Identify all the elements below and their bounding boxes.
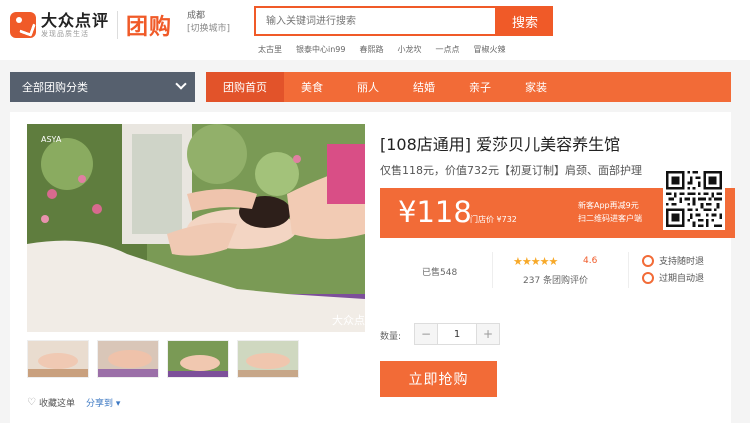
rating-score: 4.6 <box>583 256 598 266</box>
thumbnail[interactable] <box>167 340 229 378</box>
deal-description: 仅售118元，价值732元【初夏订制】肩颈、面部护理 <box>380 164 642 177</box>
decrease-quantity-button[interactable]: − <box>415 324 437 344</box>
tab-beauty[interactable]: 丽人 <box>340 72 396 102</box>
hot-search-words: 太古里 银泰中心in99 春熙路 小龙坎 一点点 冒椒火辣 <box>258 44 505 55</box>
quantity-label: 数量: <box>380 332 402 342</box>
all-categories-dropdown[interactable]: 全部团购分类 <box>10 72 195 102</box>
dianping-logo-icon <box>10 12 36 38</box>
reviews-link[interactable]: 237 条团购评价 <box>523 273 588 286</box>
store-price: 门店价 ¥732 <box>470 215 517 224</box>
thumbnail[interactable] <box>27 340 89 378</box>
search-button[interactable]: 搜索 <box>497 6 553 36</box>
thumbnail[interactable] <box>237 340 299 378</box>
app-promo: 新客App再减9元 扫二维码进客户端 <box>578 199 642 225</box>
heart-icon: ♡ <box>27 397 36 408</box>
star-rating-icon: ★★★★★ <box>513 255 558 268</box>
logo-divider <box>117 11 119 39</box>
tab-home[interactable]: 团购首页 <box>206 72 284 102</box>
deal-main-photo[interactable]: 大众点评 ASYA <box>27 124 365 332</box>
hot-word-link[interactable]: 冒椒火辣 <box>473 44 505 55</box>
shield-icon <box>642 254 654 267</box>
sold-count: 已售548 <box>422 268 458 278</box>
tab-home-decor[interactable]: 家装 <box>508 72 564 102</box>
switch-city-link[interactable]: [切换城市] <box>187 23 230 36</box>
search-input[interactable] <box>256 8 495 34</box>
photo-thumbnails <box>27 340 299 378</box>
divider <box>628 252 629 288</box>
deal-title: [108店通用] 爱莎贝儿美容养生馆 <box>380 135 621 154</box>
favorite-button[interactable]: ♡ 收藏这单 <box>27 396 75 409</box>
chevron-down-icon <box>175 78 187 90</box>
app-promo-line-2: 扫二维码进客户端 <box>578 214 642 223</box>
divider <box>492 252 493 288</box>
share-dropdown[interactable]: 分享到 ▾ <box>86 396 120 409</box>
app-promo-line-1: 新客App再减9元 <box>578 201 639 210</box>
logo-subtitle: 发现品质生活 <box>41 29 89 38</box>
guarantee-label: 过期自动退 <box>659 274 705 284</box>
quantity-input[interactable]: 1 <box>437 324 477 344</box>
guarantee-label: 支持随时退 <box>659 257 705 267</box>
search-box <box>254 6 497 36</box>
city-selector[interactable]: 成都 [切换城市] <box>187 10 230 36</box>
logo-name: 大众点评 <box>41 10 110 30</box>
nav-tabs: 团购首页 美食 丽人 结婚 亲子 家装 <box>206 72 731 102</box>
photo-brand: ASYA <box>41 135 62 144</box>
favorite-label: 收藏这单 <box>38 399 75 409</box>
photo-watermark: 大众点评 <box>332 313 365 327</box>
qr-code <box>663 168 725 230</box>
category-label: 全部团购分类 <box>22 81 88 94</box>
clock-icon <box>642 271 654 284</box>
increase-quantity-button[interactable]: + <box>477 324 499 344</box>
buy-now-button[interactable]: 立即抢购 <box>380 361 497 397</box>
deal-price: ¥118 <box>398 195 472 229</box>
hot-word-link[interactable]: 一点点 <box>435 44 459 55</box>
current-city: 成都 <box>187 11 206 21</box>
site-logo[interactable]: 大众点评 发现品质生活 团购 <box>10 9 172 41</box>
tab-wedding[interactable]: 结婚 <box>396 72 452 102</box>
hot-word-link[interactable]: 太古里 <box>258 44 282 55</box>
hot-word-link[interactable]: 春熙路 <box>359 44 383 55</box>
deal-stats: 已售548 ★★★★★ 4.6 237 条团购评价 支持随时退 过期自动退 <box>380 246 735 292</box>
hot-word-link[interactable]: 小龙坎 <box>397 44 421 55</box>
quantity-stepper: − 1 + <box>414 323 500 345</box>
section-title: 团购 <box>126 15 173 40</box>
hot-word-link[interactable]: 银泰中心in99 <box>296 44 345 55</box>
guarantee-refund-anytime: 支持随时退 <box>642 254 704 267</box>
thumbnail[interactable] <box>97 340 159 378</box>
tab-food[interactable]: 美食 <box>284 72 340 102</box>
tab-parenting[interactable]: 亲子 <box>452 72 508 102</box>
guarantee-expiry-refund: 过期自动退 <box>642 271 704 284</box>
